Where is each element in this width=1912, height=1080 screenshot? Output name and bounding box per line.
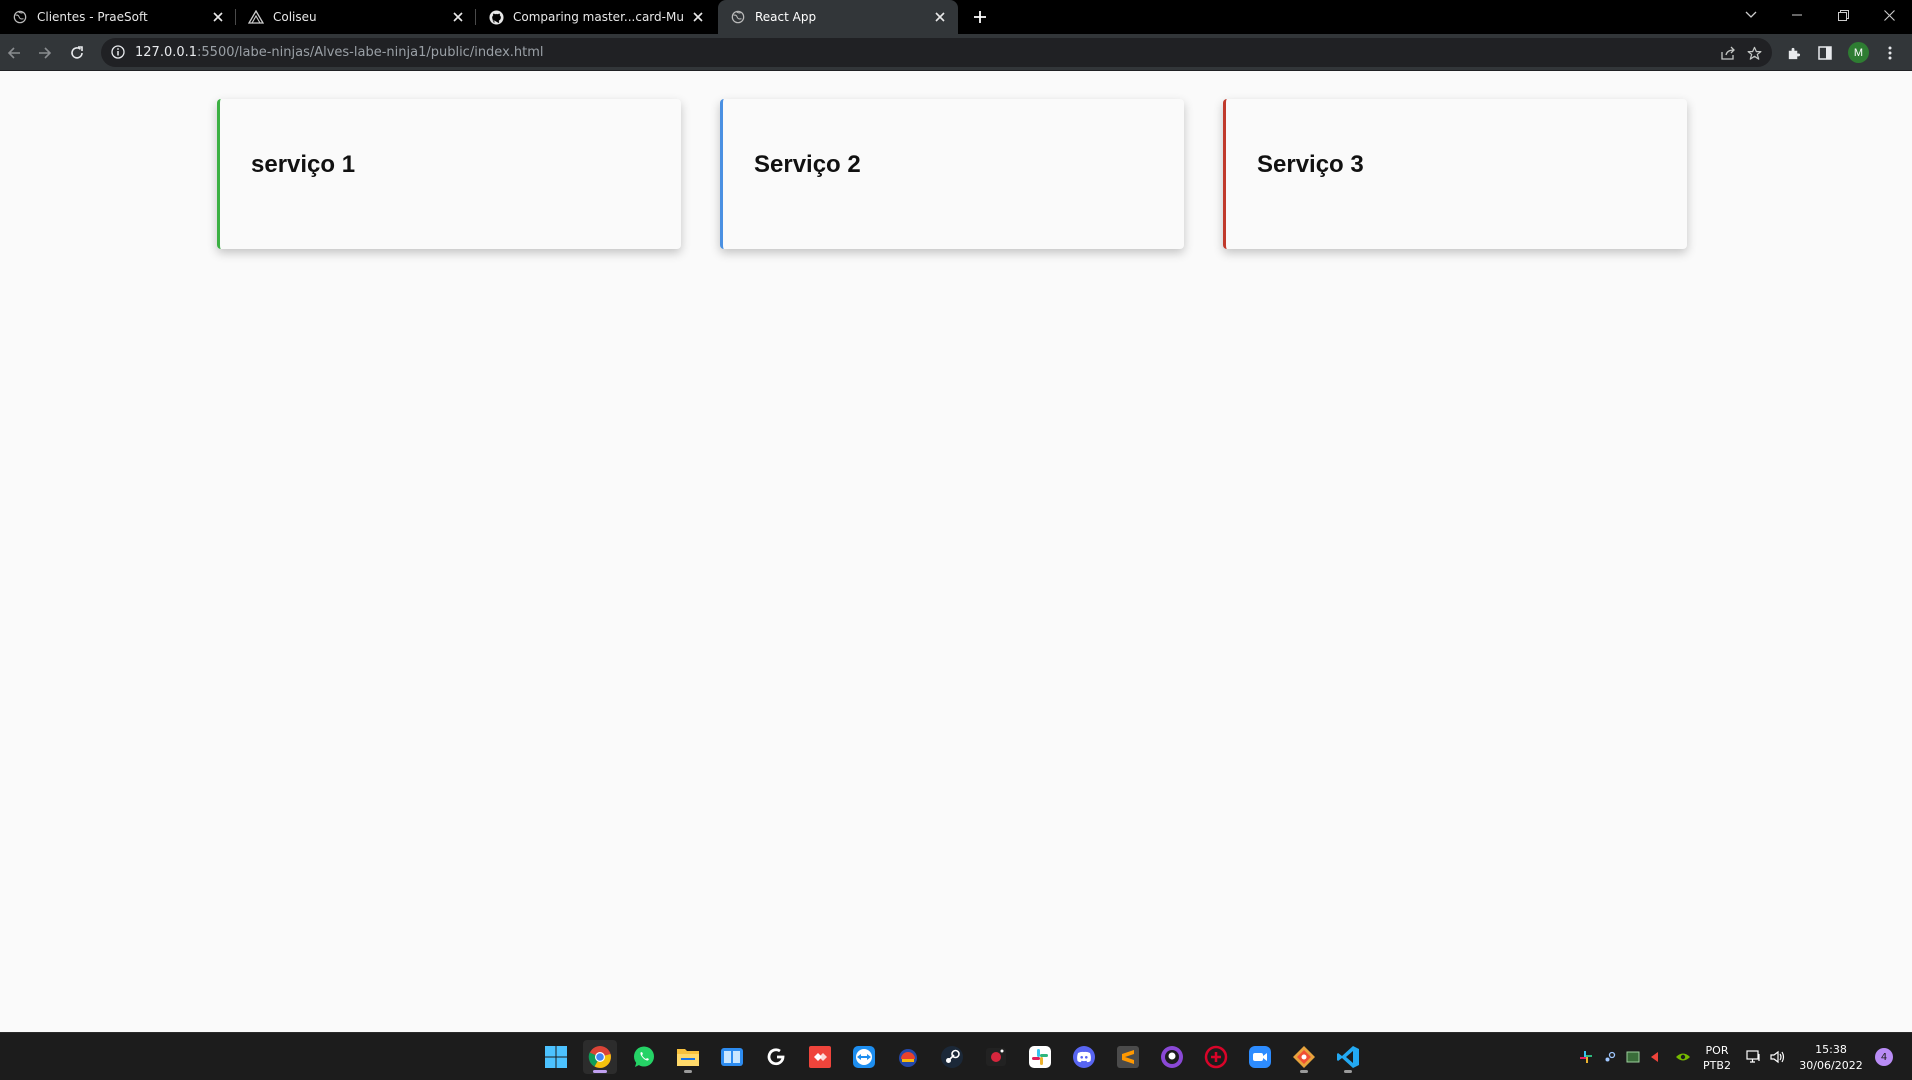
tab-github-compare[interactable]: Comparing master...card-Murilo (476, 0, 716, 34)
tab-title: React App (755, 10, 817, 24)
keyboard-layout: PTB2 (1703, 1059, 1731, 1072)
url-path: :5500/labe-ninjas/Alves-labe-ninja1/publ… (197, 45, 544, 60)
language-code: POR (1705, 1044, 1729, 1057)
profile-avatar[interactable]: M (1848, 42, 1869, 63)
language-indicator[interactable]: POR PTB2 (1697, 1043, 1737, 1073)
bookmark-star-icon[interactable] (1744, 43, 1764, 63)
antivirus-icon[interactable] (1199, 1040, 1233, 1074)
monitor-tray-icon[interactable] (1625, 1049, 1641, 1065)
volume-icon[interactable] (1770, 1049, 1786, 1065)
discord-icon[interactable] (1067, 1040, 1101, 1074)
browser-toolbar: 127.0.0.1:5500/labe-ninjas/Alves-labe-ni… (0, 34, 1912, 71)
logitech-icon[interactable] (759, 1040, 793, 1074)
url-host: 127.0.0.1 (135, 45, 198, 60)
windows-start-icon[interactable] (539, 1040, 573, 1074)
close-icon[interactable] (210, 9, 226, 25)
tab-title: Comparing master...card-Murilo (513, 10, 684, 24)
forward-button[interactable] (31, 39, 59, 67)
file-explorer-icon[interactable] (671, 1040, 705, 1074)
github-desktop-icon[interactable] (1155, 1040, 1189, 1074)
slack-icon[interactable] (1023, 1040, 1057, 1074)
slack-tray-icon[interactable] (1578, 1049, 1594, 1065)
menu-kebab-icon[interactable] (1876, 39, 1904, 67)
teamviewer-icon[interactable] (847, 1040, 881, 1074)
vscode-icon[interactable] (1331, 1040, 1365, 1074)
service-card-2[interactable]: Serviço 2 (720, 99, 1184, 249)
notification-badge[interactable]: 4 (1875, 1048, 1893, 1066)
side-panel-icon[interactable] (1811, 39, 1839, 67)
globe-icon (730, 9, 746, 25)
zoom-icon[interactable] (1243, 1040, 1277, 1074)
windows-taskbar: POR PTB2 15:38 30/06/2022 4 (0, 1032, 1912, 1080)
coliseu-logo-icon (248, 9, 264, 25)
steam-icon[interactable] (935, 1040, 969, 1074)
tab-clientes[interactable]: Clientes - PraeSoft (0, 0, 236, 34)
reload-button[interactable] (63, 39, 91, 67)
github-icon (488, 9, 504, 25)
git-icon[interactable] (1287, 1040, 1321, 1074)
extensions-icon[interactable] (1779, 39, 1807, 67)
nvidia-tray-icon[interactable] (1675, 1049, 1691, 1065)
recorder-icon[interactable] (979, 1040, 1013, 1074)
clock-time: 15:38 (1815, 1043, 1847, 1056)
clock[interactable]: 15:38 30/06/2022 (1796, 1042, 1866, 1074)
card-title: Serviço 2 (754, 151, 861, 178)
clock-date: 30/06/2022 (1799, 1059, 1863, 1072)
tab-strip: Clientes - PraeSoft Coliseu Comparing ma… (0, 0, 1912, 34)
minimize-button[interactable] (1774, 0, 1820, 30)
sublime-text-icon[interactable] (1111, 1040, 1145, 1074)
network-icon[interactable] (1746, 1049, 1762, 1065)
service-card-3[interactable]: Serviço 3 (1223, 99, 1687, 249)
close-window-button[interactable] (1866, 0, 1912, 30)
anydesk-tray-icon[interactable] (1647, 1049, 1663, 1065)
page-viewport: serviço 1 Serviço 2 Serviço 3 (0, 71, 1912, 1032)
url-text: 127.0.0.1:5500/labe-ninjas/Alves-labe-ni… (135, 45, 544, 60)
service-card-1[interactable]: serviço 1 (217, 99, 681, 249)
app-icon[interactable] (891, 1040, 925, 1074)
tab-react-app[interactable]: React App (718, 0, 958, 34)
steam-tray-icon[interactable] (1602, 1049, 1618, 1065)
tab-title: Coliseu (273, 10, 317, 24)
close-icon[interactable] (450, 9, 466, 25)
anydesk-icon[interactable] (803, 1040, 837, 1074)
close-icon[interactable] (932, 9, 948, 25)
new-tab-button[interactable] (968, 5, 992, 29)
chrome-icon[interactable] (583, 1040, 617, 1074)
restore-button[interactable] (1820, 0, 1866, 30)
globe-icon (12, 9, 28, 25)
tab-search-button[interactable] (1728, 0, 1774, 30)
address-bar[interactable]: 127.0.0.1:5500/labe-ninjas/Alves-labe-ni… (101, 38, 1772, 67)
share-icon[interactable] (1718, 43, 1738, 63)
card-title: serviço 1 (251, 151, 356, 178)
site-info-icon[interactable] (110, 44, 126, 60)
back-button[interactable] (0, 39, 28, 67)
photos-icon[interactable] (715, 1040, 749, 1074)
close-icon[interactable] (690, 9, 706, 25)
tab-title: Clientes - PraeSoft (37, 10, 148, 24)
card-title: Serviço 3 (1257, 151, 1364, 178)
whatsapp-icon[interactable] (627, 1040, 661, 1074)
tab-coliseu[interactable]: Coliseu (236, 0, 476, 34)
